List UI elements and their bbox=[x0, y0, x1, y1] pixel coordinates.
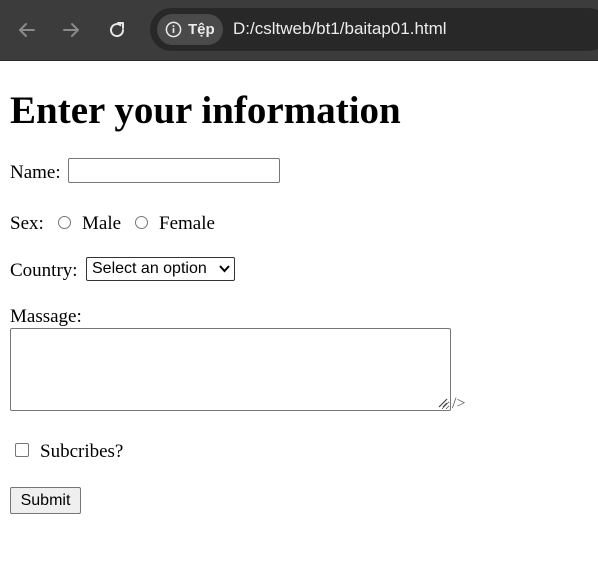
sex-label: Sex: bbox=[10, 213, 44, 234]
country-selected-value: Select an option bbox=[92, 260, 207, 277]
address-bar[interactable]: Tệp D:/csltweb/bt1/baitap01.html bbox=[150, 8, 598, 51]
message-label: Massage: bbox=[10, 306, 82, 327]
info-icon bbox=[165, 21, 182, 38]
name-row: Name: bbox=[10, 158, 280, 184]
stray-markup-text: /> bbox=[452, 395, 466, 412]
sex-row: Sex: Male Female bbox=[10, 213, 310, 237]
page-content: Enter your information Name: Sex: Male F… bbox=[0, 60, 598, 562]
name-input[interactable] bbox=[68, 158, 280, 183]
browser-toolbar: Tệp D:/csltweb/bt1/baitap01.html bbox=[0, 0, 598, 61]
arrow-right-icon bbox=[63, 23, 79, 37]
male-radio[interactable] bbox=[58, 216, 71, 229]
site-info-chip[interactable]: Tệp bbox=[157, 14, 223, 45]
file-scheme-label: Tệp bbox=[188, 21, 215, 38]
chevron-down-icon bbox=[219, 265, 230, 273]
country-select[interactable]: Select an option bbox=[86, 257, 235, 281]
submit-button[interactable]: Submit bbox=[10, 487, 81, 514]
female-radio[interactable] bbox=[135, 216, 148, 229]
arrow-left-icon bbox=[19, 23, 35, 37]
page-title: Enter your information bbox=[10, 89, 401, 132]
country-row: Country: Select an option bbox=[10, 257, 235, 282]
subscribe-checkbox[interactable] bbox=[15, 443, 29, 457]
subscribe-label: Subcribes? bbox=[40, 441, 124, 462]
reload-icon bbox=[110, 22, 125, 38]
male-label: Male bbox=[82, 213, 122, 234]
back-button[interactable] bbox=[11, 14, 43, 46]
url-text[interactable]: D:/csltweb/bt1/baitap01.html bbox=[233, 19, 447, 39]
country-label: Country: bbox=[10, 260, 78, 281]
reload-button[interactable] bbox=[101, 14, 133, 46]
resize-grip-icon[interactable] bbox=[436, 396, 448, 408]
message-textarea[interactable] bbox=[10, 328, 451, 411]
name-label: Name: bbox=[10, 162, 61, 183]
forward-button[interactable] bbox=[55, 14, 87, 46]
female-label: Female bbox=[159, 213, 215, 234]
